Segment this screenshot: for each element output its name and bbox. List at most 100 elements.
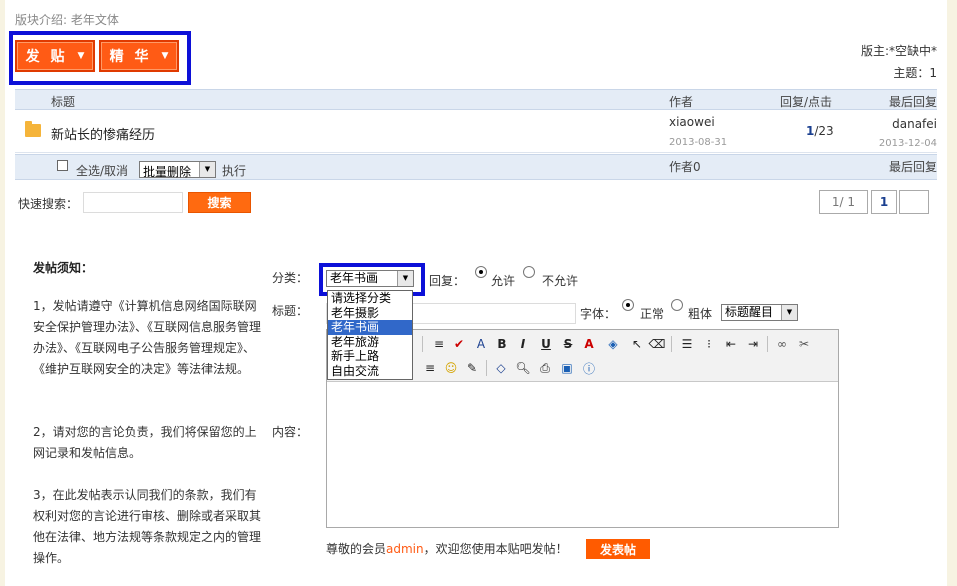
font-size-icon[interactable]: A [473, 336, 489, 352]
category-select[interactable]: 老年书画 ▼ [326, 270, 414, 287]
forum-panel: 版块介绍: 老年文体 发 贴 ▼ 精 华 ▼ 版主:*空缺中* 主题：1 标题 作者… [5, 0, 947, 586]
chevron-down-icon: ▼ [781, 305, 797, 320]
toolbar-separator [486, 360, 487, 376]
welcome-username: admin [386, 542, 424, 556]
click-count: /23 [814, 124, 834, 138]
chevron-down-icon: ▼ [397, 271, 413, 286]
allow-reply-radio[interactable] [475, 266, 487, 278]
align-left-icon[interactable]: ☰ [679, 336, 695, 352]
print-icon[interactable]: ⎙ [537, 360, 553, 376]
link-icon[interactable]: ∞ [774, 336, 790, 352]
horizontal-rule-icon[interactable]: ≡ [422, 360, 438, 376]
title-highlight-value: 标题醒目 [725, 305, 774, 319]
font-color-icon[interactable]: A [581, 336, 597, 352]
emoticon-icon[interactable]: ☺ [443, 360, 459, 376]
title-highlight-select[interactable]: 标题醒目 ▼ [721, 304, 798, 321]
header-author: 作者 [669, 95, 694, 109]
content-label: 内容： [272, 425, 309, 439]
folder-icon [25, 121, 41, 137]
chevron-down-icon: ▼ [161, 51, 169, 61]
pager-current-page[interactable]: 1 [871, 190, 897, 214]
category-option[interactable]: 请选择分类 [328, 291, 412, 306]
board-intro: 版块介绍: 老年文体 [15, 13, 119, 27]
font-bold-label: 粗体 [688, 307, 713, 321]
topic-count: 主题：1 [893, 66, 937, 80]
font-normal-label: 正常 [640, 307, 665, 321]
execute-button[interactable]: 执行 [222, 162, 246, 179]
chevron-down-icon: ▼ [199, 162, 215, 177]
notice-heading: 发帖须知： [33, 261, 94, 275]
post-button[interactable]: 发 贴 ▼ [15, 40, 95, 72]
post-button-label: 发 贴 [25, 49, 68, 65]
moderator-info: 版主:*空缺中* [860, 44, 937, 58]
category-option[interactable]: 老年旅游 [328, 335, 412, 350]
select-all-checkbox[interactable] [57, 160, 68, 171]
spellcheck-icon[interactable]: ✔ [451, 336, 467, 352]
topic-date: 2013-08-31 [669, 137, 728, 148]
table-header: 标题 作者 回复/点击 最后回复 [15, 89, 937, 110]
welcome-prefix: 尊敬的会员 [326, 542, 387, 556]
notice-paragraph-1: 1，发帖请遵守《计算机信息网络国际联网安全保护管理办法》、《互联网信息服务管理办… [33, 299, 262, 376]
topic-author-link[interactable]: xiaowei [669, 115, 715, 129]
unlink-icon[interactable]: ✂ [796, 336, 812, 352]
line-height-icon[interactable]: ≡ [431, 336, 447, 352]
category-option[interactable]: 新手上路 [328, 349, 412, 364]
table-footer: 全选/取消 批量删除 ▼ 执行 作者0 最后回复 [15, 154, 937, 180]
eraser-icon[interactable]: ⌫ [649, 336, 666, 352]
select-cursor-icon[interactable]: ↖ [629, 336, 645, 352]
category-label: 分类： [272, 271, 309, 285]
title-label: 标题： [272, 304, 309, 318]
submit-post-button[interactable]: 发表帖 [586, 539, 650, 559]
category-option[interactable]: 自由交流 [328, 364, 412, 379]
list-icon[interactable]: ⁝ [701, 336, 717, 352]
toolbar-separator [422, 336, 423, 352]
disallow-reply-radio[interactable] [523, 266, 535, 278]
bold-icon[interactable]: B [494, 336, 510, 352]
welcome-suffix: ，欢迎您使用本贴吧发帖！ [423, 542, 568, 556]
category-dropdown-list: 请选择分类 老年摄影 老年书画 老年旅游 新手上路 自由交流 [327, 290, 413, 380]
about-icon[interactable]: ⓘ [581, 360, 597, 376]
quick-search-input[interactable] [83, 192, 183, 213]
header-reply-click: 回复/点击 [780, 95, 833, 109]
italic-icon[interactable]: I [515, 336, 531, 352]
elite-button[interactable]: 精 华 ▼ [99, 40, 179, 72]
outdent-icon[interactable]: ⇤ [723, 336, 739, 352]
pager-next[interactable] [899, 190, 929, 214]
topic-reply-count: 1/23 [806, 124, 834, 138]
reply-label: 回复： [429, 274, 466, 288]
topic-title-link[interactable]: 新站长的惨痛经历 [51, 124, 155, 143]
strikethrough-icon[interactable]: S [560, 336, 576, 352]
footer-last-reply: 最后回复 [888, 160, 937, 174]
table-row: 新站长的惨痛经历 xiaowei 2013-08-31 1/23 danafei… [15, 111, 937, 153]
notice-paragraph-3: 3，在此发帖表示认同我们的条款，我们有权利对您的言论进行审核、删除或者采取其他在… [33, 488, 262, 565]
font-label: 字体： [580, 307, 617, 321]
disallow-reply-label: 不允许 [542, 274, 579, 288]
indent-icon[interactable]: ⇥ [745, 336, 761, 352]
background-color-icon[interactable]: ◈ [605, 336, 621, 352]
select-all-label: 全选/取消 [76, 164, 129, 178]
pager-info: 1/ 1 [819, 190, 868, 214]
footer-author-count: 作者0 [669, 160, 701, 174]
search-button[interactable]: 搜索 [188, 192, 251, 213]
allow-reply-label: 允许 [491, 274, 516, 288]
toolbar-separator [671, 336, 672, 352]
notice-paragraph-2: 2，请对您的言论负责，我们将保留您的上网记录和发帖信息。 [33, 425, 257, 460]
underline-icon[interactable]: U [538, 336, 554, 352]
header-last-reply: 最后回复 [888, 95, 937, 109]
category-select-value: 老年书画 [330, 271, 379, 285]
category-option-selected[interactable]: 老年书画 [328, 320, 412, 335]
batch-action-value: 批量删除 [143, 165, 192, 179]
elite-button-label: 精 华 [109, 49, 152, 65]
category-option[interactable]: 老年摄影 [328, 306, 412, 321]
preview-icon[interactable]: 🔍︎ [515, 360, 531, 376]
font-normal-radio[interactable] [622, 299, 634, 311]
header-title: 标题 [51, 95, 76, 109]
source-code-icon[interactable]: ◇ [493, 360, 509, 376]
welcome-message: 尊敬的会员admin，欢迎您使用本贴吧发帖！ [326, 540, 568, 557]
batch-action-select[interactable]: 批量删除 ▼ [139, 161, 216, 179]
last-reply-date: 2013-12-04 [878, 138, 937, 149]
fullscreen-icon[interactable]: ▣ [559, 360, 575, 376]
last-reply-user-link[interactable]: danafei [892, 117, 937, 131]
font-bold-radio[interactable] [671, 299, 683, 311]
edit-icon[interactable]: ✎ [464, 360, 480, 376]
